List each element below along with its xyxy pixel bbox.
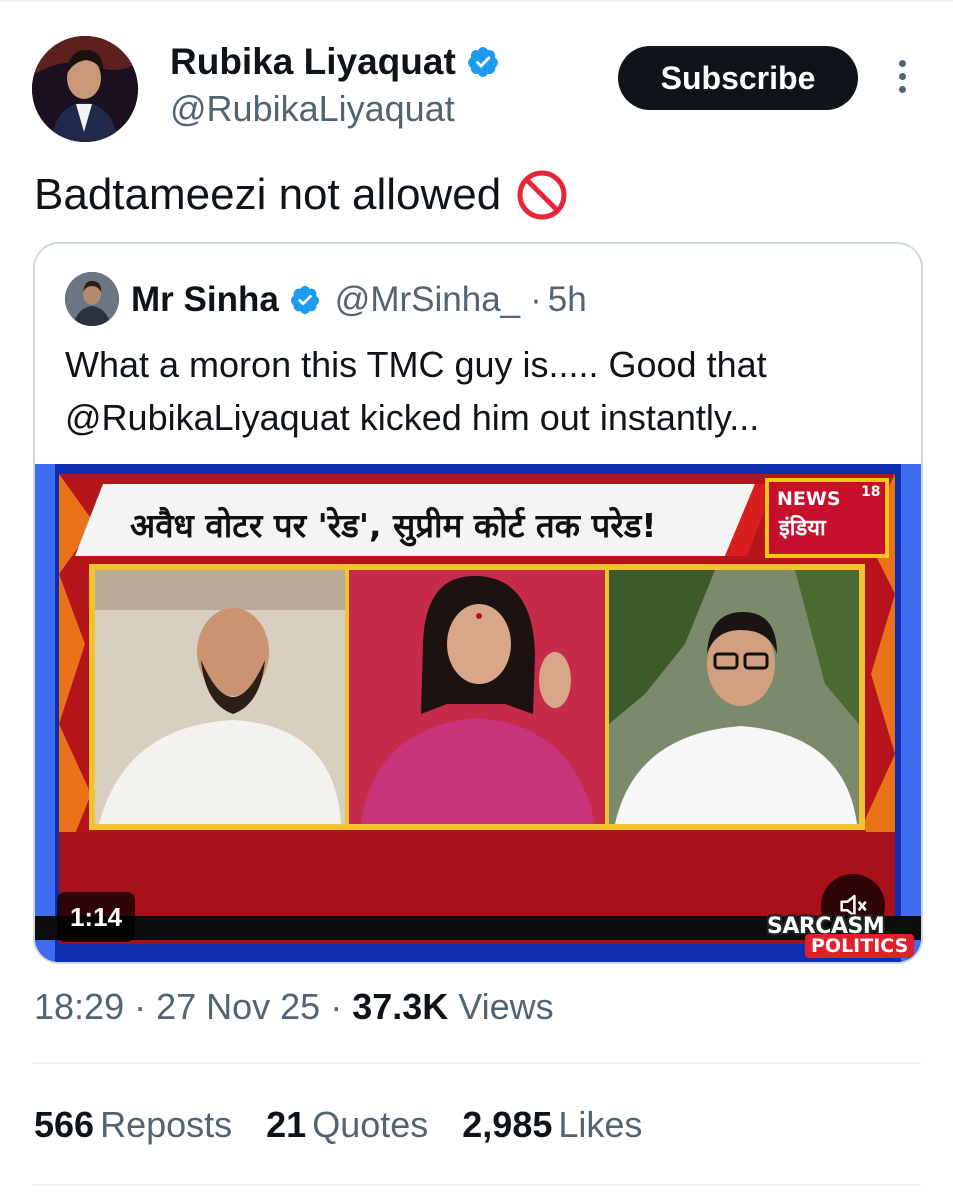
watermark-bottom: POLITICS	[805, 934, 915, 958]
tweet-date[interactable]: 27 Nov 25	[156, 986, 320, 1027]
views-count: 37.3K	[352, 986, 449, 1027]
verified-badge-icon	[467, 47, 498, 77]
reposts-count: 566	[34, 1104, 95, 1145]
channel-logo: NEWS 18 इंडिया	[765, 478, 889, 558]
subscribe-button[interactable]: Subscribe	[618, 46, 858, 110]
author-name-row: Rubika Liyaquat	[170, 40, 500, 84]
channel-logo-number: 18	[861, 484, 881, 500]
quote-header: Mr Sinha @MrSinha_ · 5h	[131, 276, 587, 324]
tweet-text-content: Badtameezi not allowed	[34, 170, 502, 219]
quote-text: What a moron this TMC guy is..... Good t…	[65, 344, 767, 438]
reposts-label: Reposts	[100, 1104, 233, 1145]
quote-author-handle[interactable]: @MrSinha_	[335, 280, 520, 320]
author-avatar[interactable]	[32, 36, 138, 142]
meta-separator: ·	[320, 986, 353, 1027]
quote-author-avatar[interactable]	[65, 272, 119, 326]
quotes-label: Quotes	[312, 1104, 429, 1145]
video-duration: 1:14	[57, 892, 135, 942]
author-handle[interactable]: @RubikaLiyaquat	[170, 88, 455, 130]
engagement-stats: 566 Reposts 21 Quotes 2,985 Likes	[34, 1104, 676, 1146]
author-display-name[interactable]: Rubika Liyaquat	[170, 41, 456, 83]
divider	[32, 1184, 921, 1186]
quoted-tweet-card[interactable]: Mr Sinha @MrSinha_ · 5h What a moron thi…	[33, 242, 923, 964]
tweet-time[interactable]: 18:29	[34, 986, 124, 1027]
tweet-text: Badtameezi not allowed	[34, 168, 569, 222]
no-entry-sign-icon	[517, 170, 567, 220]
quote-separator: ·	[530, 280, 542, 319]
quotes-stat[interactable]: 21 Quotes	[266, 1104, 428, 1146]
likes-label: Likes	[558, 1104, 643, 1145]
quote-timestamp[interactable]: 5h	[548, 280, 587, 320]
quote-author-name[interactable]: Mr Sinha	[131, 280, 279, 320]
meta-separator: ·	[124, 986, 157, 1027]
top-divider	[0, 0, 953, 2]
more-vertical-icon[interactable]	[892, 60, 912, 100]
reposts-stat[interactable]: 566 Reposts	[34, 1104, 232, 1146]
video-player[interactable]: अवैध वोटर पर 'रेड', सुप्रीम कोर्ट तक परे…	[35, 464, 921, 962]
likes-count: 2,985	[462, 1104, 553, 1145]
divider	[32, 1062, 921, 1064]
verified-badge-icon	[290, 286, 319, 314]
quotes-count: 21	[266, 1104, 307, 1145]
views-label: Views	[448, 986, 554, 1027]
channel-logo-subtitle: इंडिया	[779, 516, 826, 541]
video-banner-headline: अवैध वोटर पर 'रेड', सुप्रीम कोर्ट तक परे…	[130, 506, 657, 545]
likes-stat[interactable]: 2,985 Likes	[462, 1104, 642, 1146]
channel-logo-word: NEWS	[777, 488, 841, 510]
tweet-meta: 18:29 · 27 Nov 25 · 37.3K Views	[34, 986, 554, 1028]
